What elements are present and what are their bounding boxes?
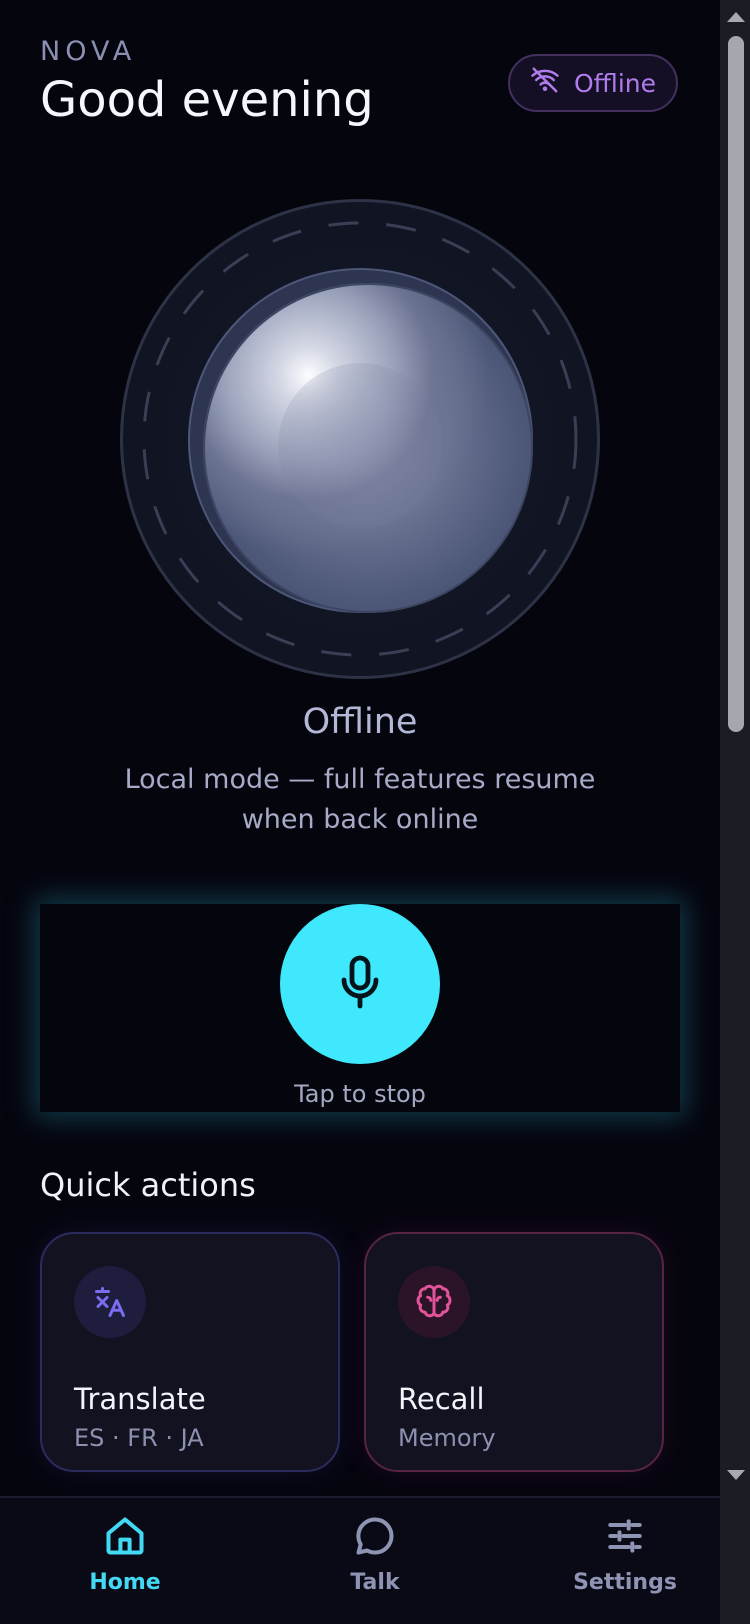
quick-action-label: Recall: [398, 1382, 485, 1416]
quick-action-recall[interactable]: Recall Memory: [364, 1232, 664, 1472]
quick-action-sub: ES · FR · JA: [74, 1424, 204, 1452]
scroll-up-arrow-icon[interactable]: [727, 12, 745, 22]
nav-item-settings[interactable]: Settings: [545, 1508, 705, 1608]
mic-hint: Tap to stop: [294, 1080, 426, 1108]
quick-action-label: Translate: [74, 1382, 206, 1416]
nav-item-talk[interactable]: Talk: [295, 1508, 455, 1608]
bottom-nav: Home Talk Settings: [0, 1496, 720, 1624]
scrollbar-thumb[interactable]: [728, 36, 744, 732]
nav-label: Talk: [350, 1570, 400, 1595]
page-title: Good evening: [40, 72, 374, 128]
assistant-state-description: Local mode — full features resume when b…: [124, 764, 596, 835]
nav-label: Settings: [573, 1570, 677, 1595]
home-icon: [103, 1508, 147, 1562]
quick-action-sub: Memory: [398, 1424, 496, 1452]
microphone-icon: [336, 953, 384, 1015]
sliders-icon: [603, 1508, 647, 1562]
app-brand: NOVA: [40, 36, 137, 67]
status-label: Offline: [573, 68, 657, 98]
orb-highlight: [278, 363, 443, 528]
app-screen: NOVA Good evening Offline Offline Local …: [0, 0, 720, 1624]
assistant-state-title: Offline: [302, 702, 418, 742]
nav-item-home[interactable]: Home: [45, 1508, 205, 1608]
quick-action-translate[interactable]: Translate ES · FR · JA: [40, 1232, 340, 1472]
wifi-off-icon: [530, 65, 560, 101]
quick-actions-title: Quick actions: [40, 1166, 256, 1204]
connection-status-badge[interactable]: Offline: [508, 54, 678, 112]
scroll-down-arrow-icon[interactable]: [727, 1470, 745, 1480]
nav-label: Home: [89, 1570, 161, 1595]
brain-icon: [398, 1266, 470, 1338]
mic-button[interactable]: [280, 904, 440, 1064]
chat-bubble-icon: [353, 1508, 397, 1562]
translate-icon: [74, 1266, 146, 1338]
